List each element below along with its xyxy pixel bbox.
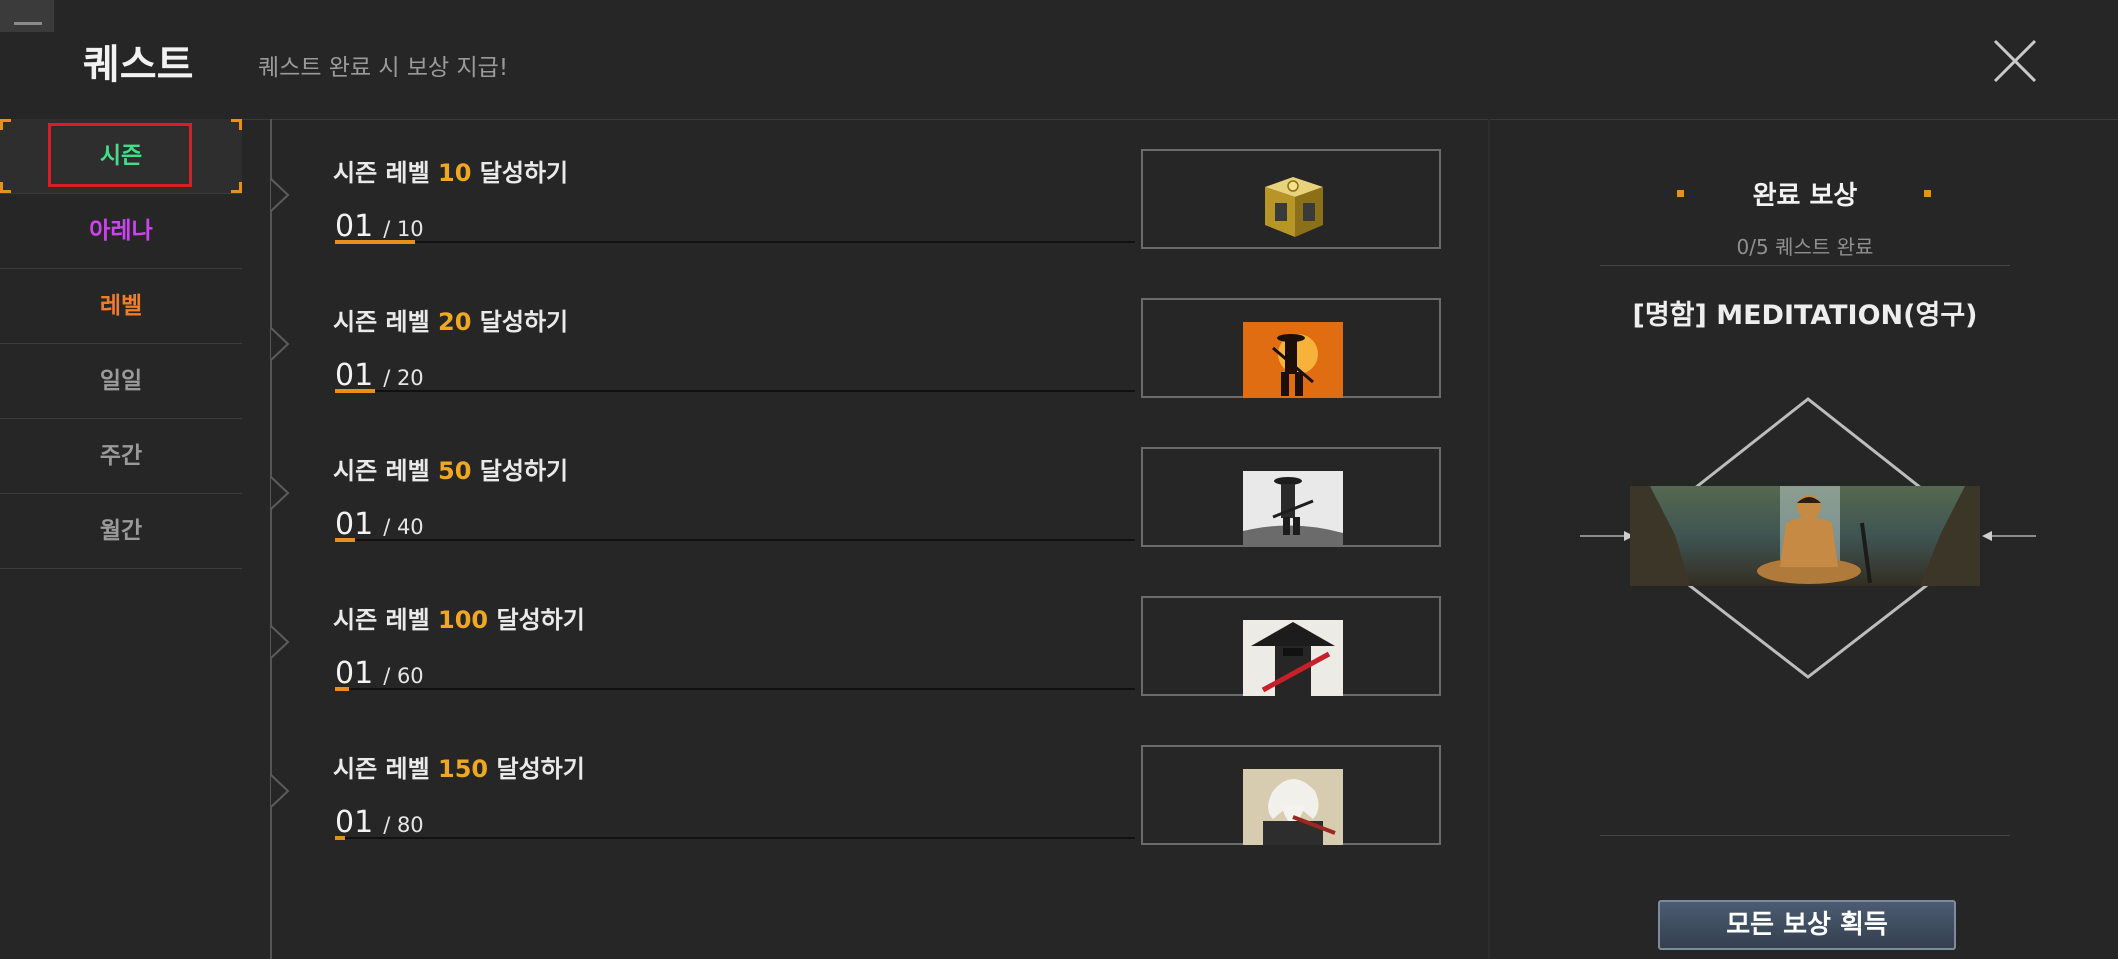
reward-divider-top (1600, 265, 2010, 266)
quest-max-value: / 60 (383, 664, 424, 688)
quest-row: 시즌 레벨 100 달성하기 01 / 60 (330, 582, 1444, 696)
quest-target-level: 50 (438, 457, 472, 485)
quest-progress-bar (335, 240, 1135, 244)
quest-title-suffix: 달성하기 (488, 606, 585, 634)
selection-corner-br (231, 182, 242, 193)
quest-title-prefix: 시즌 레벨 (333, 457, 439, 485)
selection-corner-tr (231, 119, 242, 130)
reward-divider-bottom (1600, 835, 2010, 836)
quest-title-prefix: 시즌 레벨 (333, 606, 439, 634)
sidebar-item-season[interactable]: 시즌 (0, 119, 242, 194)
quest-pointer-icon (270, 625, 290, 659)
quest-progress-text: 01 / 60 (335, 656, 424, 691)
quest-progress-text: 01 / 10 (335, 209, 424, 244)
quest-current-value: 01 (335, 209, 374, 244)
quest-max-value: / 20 (383, 366, 424, 390)
title-dot-right (1924, 190, 1931, 197)
sidebar-item-label: 아레나 (89, 218, 153, 244)
quest-reward-slot[interactable] (1141, 149, 1441, 249)
quest-current-value: 01 (335, 507, 374, 542)
selection-corner-bl (0, 182, 11, 193)
sidebar-item-label: 주간 (99, 443, 143, 469)
quest-title-prefix: 시즌 레벨 (333, 755, 439, 783)
sidebar-item-label: 시즌 (99, 143, 143, 169)
quest-title: 시즌 레벨 50 달성하기 (333, 451, 568, 486)
quest-pointer-icon (270, 178, 290, 212)
quest-progress-bar (335, 836, 1135, 840)
quest-title-suffix: 달성하기 (471, 457, 569, 485)
sidebar-item-arena[interactable]: 아레나 (0, 194, 242, 269)
quest-target-level: 150 (438, 755, 489, 783)
sidebar-item-level[interactable]: 레벨 (0, 269, 242, 344)
quest-progress-fill (335, 389, 375, 393)
quest-progress-fill (335, 538, 355, 542)
quest-current-value: 01 (335, 656, 374, 691)
quest-progress-bar (335, 687, 1135, 691)
quest-pointer-icon (270, 476, 290, 510)
sidebar-item-label: 레벨 (99, 293, 143, 319)
quest-title-suffix: 달성하기 (471, 308, 569, 336)
quest-target-level: 100 (438, 606, 489, 634)
sidebar-item-label: 월간 (99, 518, 143, 544)
quest-title: 시즌 레벨 100 달성하기 (333, 600, 585, 635)
quest-progress-text: 01 / 80 (335, 805, 424, 840)
quest-pointer-icon (270, 774, 290, 808)
quest-progress-fill (335, 836, 345, 840)
quest-max-value: / 40 (383, 515, 424, 539)
quest-reward-slot[interactable] (1141, 447, 1441, 547)
quest-title-suffix: 달성하기 (471, 159, 569, 187)
quest-reward-slot[interactable] (1141, 596, 1441, 696)
quest-reward-slot[interactable] (1141, 298, 1441, 398)
close-icon[interactable] (1992, 38, 2038, 84)
quest-row: 시즌 레벨 150 달성하기 01 / 80 (330, 731, 1444, 845)
selection-corner-tl (0, 119, 11, 130)
reward-panel-divider (1488, 119, 1490, 959)
quest-title: 시즌 레벨 20 달성하기 (333, 302, 568, 337)
quest-pointer-icon (270, 327, 290, 361)
reward-item-name: [명함] MEDITATION(영구) (1632, 300, 1978, 331)
quest-max-value: / 10 (383, 217, 424, 241)
quest-target-level: 20 (438, 308, 472, 336)
reward-panel-title: 완료 보상 (1752, 181, 1858, 211)
quest-title: 시즌 레벨 150 달성하기 (333, 749, 585, 784)
quest-progress-bar (335, 538, 1135, 542)
quest-title-prefix: 시즌 레벨 (333, 308, 439, 336)
quest-progress-bar (335, 389, 1135, 393)
quest-complete-count: 0/5 퀘스트 완료 (1736, 235, 1874, 259)
header: 퀘스트 퀘스트 완료 시 보상 지급! (0, 0, 2118, 120)
quest-max-value: / 80 (383, 813, 424, 837)
claim-all-rewards-button[interactable]: 모든 보상 획득 (1658, 900, 1956, 950)
quest-progress-text: 01 / 40 (335, 507, 424, 542)
quest-progress-fill (335, 240, 415, 244)
quest-current-value: 01 (335, 358, 374, 393)
quest-row: 시즌 레벨 50 달성하기 01 / 40 (330, 433, 1444, 547)
sidebar-item-weekly[interactable]: 주간 (0, 419, 242, 494)
sidebar-item-daily[interactable]: 일일 (0, 344, 242, 419)
page-subtitle: 퀘스트 완료 시 보상 지급! (258, 55, 509, 81)
quest-progress-text: 01 / 20 (335, 358, 424, 393)
quest-progress-fill (335, 687, 349, 691)
sidebar-item-label: 일일 (99, 368, 143, 394)
quest-title-prefix: 시즌 레벨 (333, 159, 439, 187)
quest-reward-slot[interactable] (1141, 745, 1441, 845)
quest-list-divider (270, 119, 272, 959)
quest-target-level: 10 (438, 159, 472, 187)
meditation-card-image (1580, 397, 2036, 679)
quest-title: 시즌 레벨 10 달성하기 (333, 153, 568, 188)
quest-current-value: 01 (335, 805, 374, 840)
quest-title-suffix: 달성하기 (488, 755, 585, 783)
sidebar-item-monthly[interactable]: 월간 (0, 494, 242, 569)
page-title: 퀘스트 (83, 42, 194, 88)
quest-category-sidebar: 시즌아레나레벨일일주간월간 (0, 119, 242, 569)
quest-row: 시즌 레벨 10 달성하기 01 / 10 (330, 135, 1444, 249)
quest-row: 시즌 레벨 20 달성하기 01 / 20 (330, 284, 1444, 398)
